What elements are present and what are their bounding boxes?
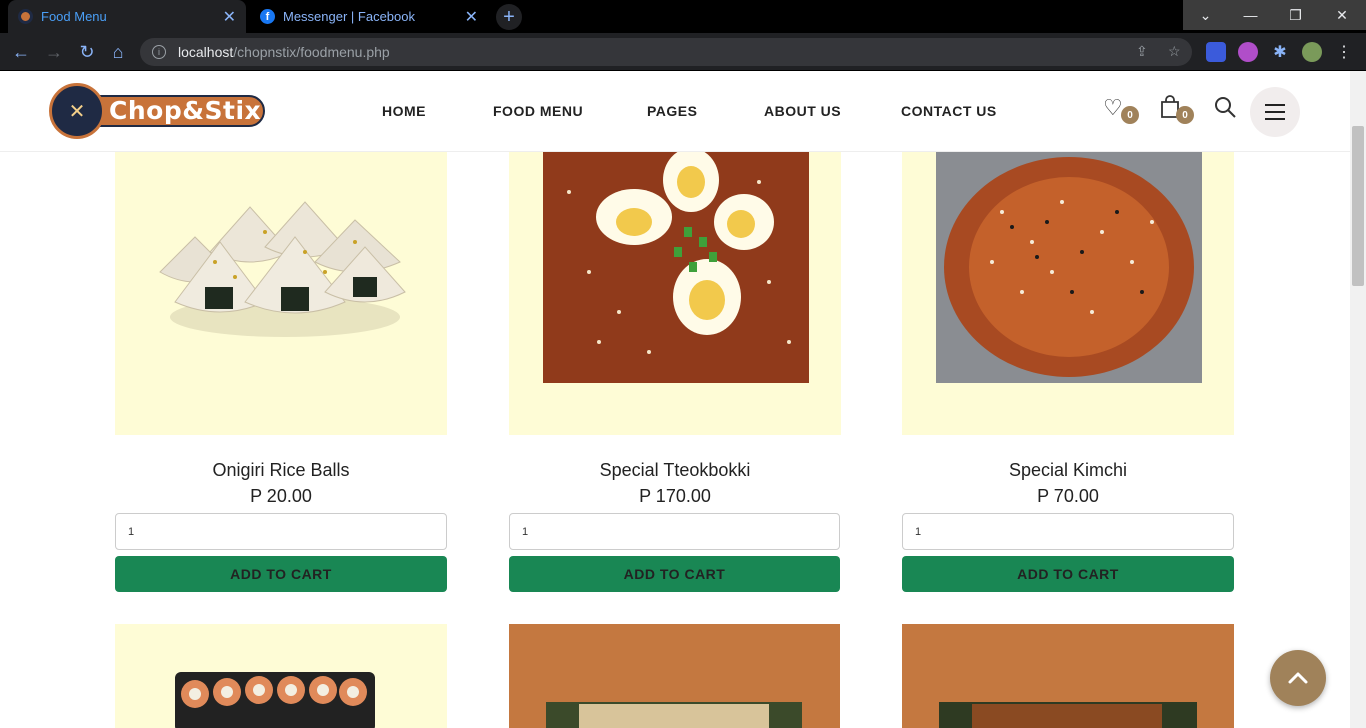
restore-button[interactable]: ❐ <box>1273 0 1318 30</box>
product-name[interactable]: Special Kimchi <box>902 460 1234 481</box>
quantity-input[interactable] <box>509 513 840 550</box>
forward-icon[interactable]: → <box>43 41 65 63</box>
logo-text: Chop&Stix <box>109 96 262 125</box>
extension-icon[interactable] <box>1238 42 1258 62</box>
site-logo[interactable]: ✕ Chop&Stix <box>49 83 265 139</box>
minimize-button[interactable]: — <box>1228 0 1273 30</box>
scrollbar-thumb[interactable] <box>1352 126 1364 286</box>
browser-tab-bar: Food Menu ✕ f Messenger | Facebook ✕ + ⌄… <box>0 0 1366 33</box>
reload-icon[interactable]: ↻ <box>76 41 98 63</box>
quantity-input[interactable] <box>115 513 447 550</box>
product-image[interactable] <box>902 152 1234 435</box>
browser-menu-icon[interactable]: ⋮ <box>1334 42 1354 62</box>
product-image[interactable] <box>115 152 447 435</box>
back-to-top-button[interactable] <box>1270 650 1326 706</box>
browser-toolbar: ← → ↻ ⌂ i localhost/chopnstix/foodmenu.p… <box>0 33 1366 71</box>
chevron-up-icon <box>1288 672 1308 684</box>
hamburger-icon <box>1265 104 1285 120</box>
close-tab-icon[interactable]: ✕ <box>223 7 236 27</box>
product-name[interactable]: Onigiri Rice Balls <box>115 460 447 481</box>
address-bar[interactable]: i localhost/chopnstix/foodmenu.php <box>140 38 1192 66</box>
product-image[interactable] <box>902 624 1234 728</box>
tab-title: Messenger | Facebook <box>283 9 415 24</box>
product-price: P 70.00 <box>1037 486 1099 506</box>
tab-messenger[interactable]: f Messenger | Facebook ✕ <box>250 0 488 33</box>
search-icon[interactable] <box>1213 95 1241 123</box>
menu-toggle-button[interactable] <box>1250 87 1300 137</box>
nav-home[interactable]: HOME <box>382 103 426 119</box>
product-image[interactable] <box>509 152 841 435</box>
share-icon[interactable]: ⇪ <box>1136 43 1148 60</box>
product-price: P 20.00 <box>250 486 312 506</box>
product-image[interactable] <box>115 624 447 728</box>
close-window-button[interactable]: ✕ <box>1318 0 1366 30</box>
cart-count-badge: 0 <box>1176 106 1194 124</box>
close-tab-icon[interactable]: ✕ <box>465 7 478 27</box>
home-icon[interactable]: ⌂ <box>107 41 129 63</box>
facebook-icon: f <box>260 9 275 24</box>
logo-emblem-icon: ✕ <box>49 83 105 139</box>
new-tab-button[interactable]: + <box>496 4 522 30</box>
tab-food-menu[interactable]: Food Menu ✕ <box>8 0 246 33</box>
product-image[interactable] <box>509 624 840 728</box>
nav-contact-us[interactable]: CONTACT US <box>901 103 997 119</box>
add-to-cart-button[interactable]: ADD TO CART <box>115 556 447 592</box>
back-icon[interactable]: ← <box>10 41 32 63</box>
add-to-cart-button[interactable]: ADD TO CART <box>509 556 840 592</box>
tab-search-button[interactable]: ⌄ <box>1183 0 1228 30</box>
product-price: P 170.00 <box>639 486 711 506</box>
add-to-cart-button[interactable]: ADD TO CART <box>902 556 1234 592</box>
profile-avatar[interactable] <box>1302 42 1322 62</box>
extension-shield-icon[interactable] <box>1206 42 1226 62</box>
site-info-icon[interactable]: i <box>152 45 166 59</box>
wishlist-count-badge: 0 <box>1121 106 1139 124</box>
bookmark-star-icon[interactable]: ☆ <box>1168 43 1181 60</box>
url-host: localhost <box>178 44 234 60</box>
tab-title: Food Menu <box>41 9 107 24</box>
nav-pages[interactable]: PAGES <box>647 103 697 119</box>
site-header: ✕ Chop&Stix HOME FOOD MENU PAGES ABOUT U… <box>0 71 1350 152</box>
nav-about-us[interactable]: ABOUT US <box>764 103 841 119</box>
url-path: /chopnstix/foodmenu.php <box>233 44 390 60</box>
product-name[interactable]: Special Tteokbokki <box>509 460 841 481</box>
nav-food-menu[interactable]: FOOD MENU <box>493 103 583 119</box>
extensions-puzzle-icon[interactable]: ✱ <box>1270 42 1290 62</box>
quantity-input[interactable] <box>902 513 1234 550</box>
site-favicon-icon <box>18 9 33 24</box>
